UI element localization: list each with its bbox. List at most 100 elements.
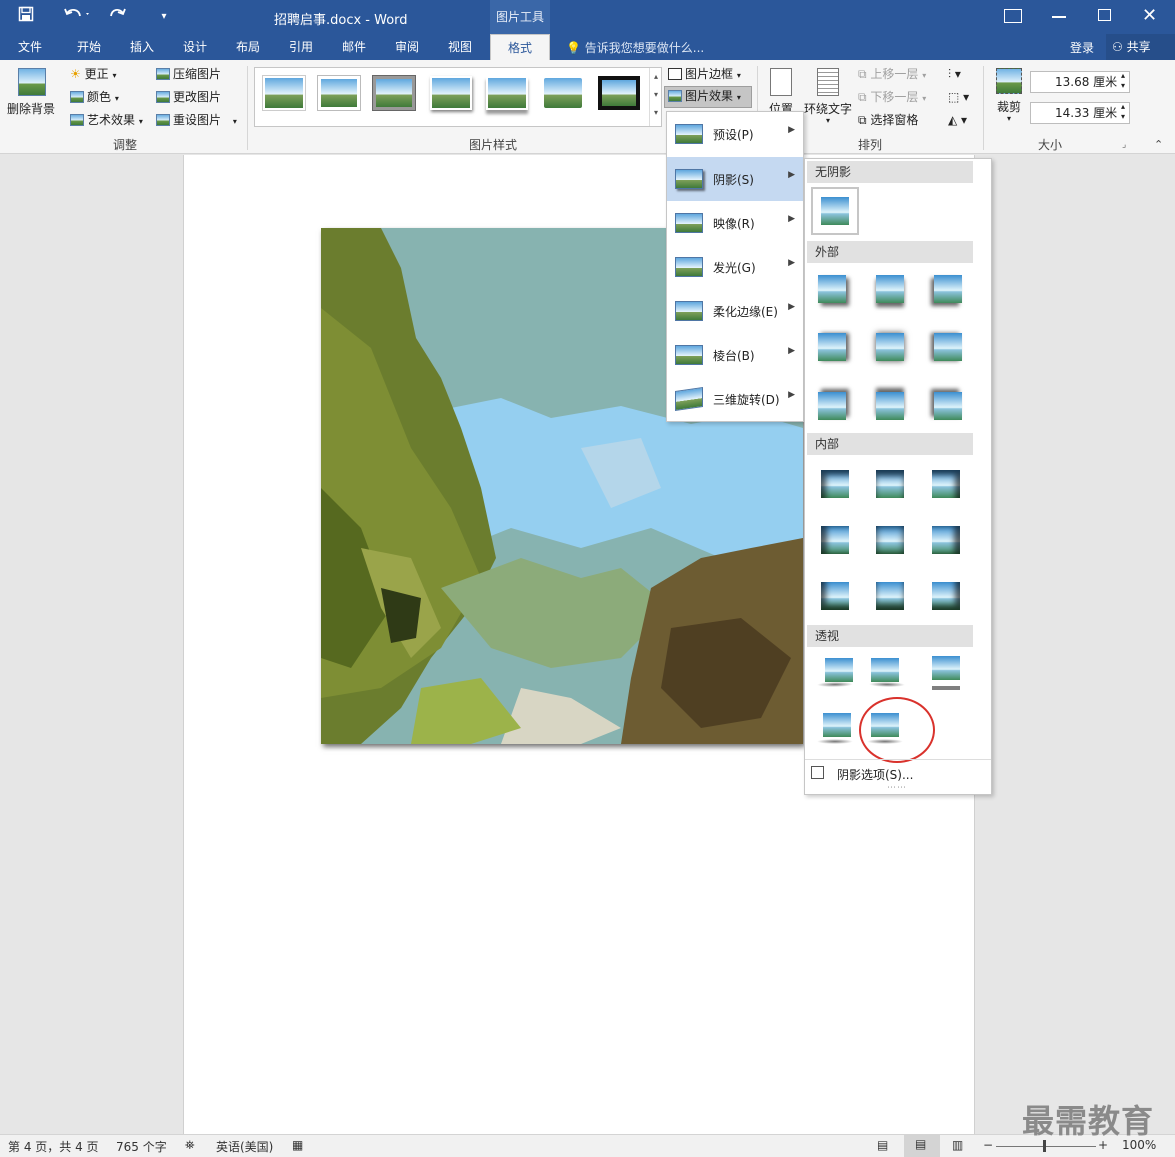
shadow-inner-option[interactable] [876,526,904,554]
artistic-effects-button[interactable]: 艺术效果 ▾ [70,111,143,131]
style-thumb[interactable] [373,76,415,110]
align-icon[interactable]: ⫶ ▾ [948,65,961,83]
reset-picture-button[interactable]: 重设图片 ▾ [156,111,237,131]
tab-view[interactable]: 视图 [436,34,484,60]
height-input[interactable]: 13.68 厘米 ▴ ▾ [1030,71,1130,93]
shadow-perspective-option[interactable] [825,658,853,682]
undo-icon[interactable] [60,5,94,29]
tab-file[interactable]: 文件 [6,34,54,60]
print-layout-icon[interactable]: ▤ [904,1135,940,1157]
close-icon[interactable]: ✕ [1142,5,1157,26]
height-value: 13.68 厘米 [1055,75,1118,89]
shadow-outer-option[interactable] [934,275,962,303]
shadow-inner-option[interactable] [932,470,960,498]
spinner-icon[interactable]: ▴ ▾ [1121,71,1125,91]
zoom-out-icon[interactable]: − [983,1138,993,1152]
menu-item-glow[interactable]: 发光(G) ▶ [667,245,803,289]
corrections-button[interactable]: ☀ 更正 ▾ [70,65,116,85]
shadow-inner-option[interactable] [821,470,849,498]
menu-item-3d-rotation[interactable]: 三维旋转(D) ▶ [667,377,803,421]
style-thumb[interactable] [486,76,528,110]
save-icon[interactable] [14,5,38,29]
tab-format[interactable]: 格式 [490,34,550,60]
tell-me-box[interactable]: 💡 告诉我您想要做什么... [566,39,704,56]
tab-references[interactable]: 引用 [277,34,325,60]
style-thumb[interactable] [597,75,641,111]
ribbon-display-options-icon[interactable] [1004,9,1022,23]
resize-grip-icon[interactable]: ⋯⋯ [887,783,907,793]
menu-item-bevel[interactable]: 棱台(B) ▶ [667,333,803,377]
shadow-inner-option[interactable] [821,526,849,554]
change-picture-button[interactable]: 更改图片 [156,88,221,106]
chevron-right-icon: ▶ [788,390,795,400]
menu-item-soft-edges[interactable]: 柔化边缘(E) ▶ [667,289,803,333]
menu-item-preset[interactable]: 预设(P) ▶ [667,112,803,156]
maximize-icon[interactable] [1098,9,1111,21]
send-backward-button[interactable]: ⧉ 下移一层 ▾ [858,88,926,108]
tab-design[interactable]: 设计 [171,34,219,60]
proofing-icon[interactable]: ⛯ [185,1138,195,1153]
style-thumb[interactable] [263,76,305,110]
shadow-inner-option[interactable] [876,470,904,498]
page-indicator[interactable]: 第 4 页，共 4 页 [8,1138,99,1155]
shadow-outer-option[interactable] [876,333,904,361]
tab-review[interactable]: 审阅 [383,34,431,60]
shadow-inner-option[interactable] [932,582,960,610]
shadow-perspective-option[interactable] [823,713,851,737]
language-indicator[interactable]: 英语(美国) [216,1138,273,1155]
crop-button[interactable]: 裁剪 ▾ [990,66,1028,134]
style-thumb[interactable] [542,76,584,110]
read-mode-icon[interactable]: ▤ [877,1138,888,1152]
wrap-text-button[interactable]: 环绕文字 ▾ [803,66,853,134]
word-count[interactable]: 765 个字 [116,1138,167,1155]
shadow-perspective-option[interactable] [932,656,960,680]
style-thumb[interactable] [430,76,472,110]
color-button[interactable]: 颜色 ▾ [70,88,119,108]
shadow-inner-option[interactable] [932,526,960,554]
shadow-outer-option[interactable] [818,333,846,361]
shadow-outer-option[interactable] [876,275,904,303]
menu-item-shadow[interactable]: 阴影(S) ▶ [667,157,803,201]
bring-forward-button[interactable]: ⧉ 上移一层 ▾ [858,65,926,85]
selection-pane-button[interactable]: ⧉ 选择窗格 [858,111,918,129]
tab-home[interactable]: 开始 [64,34,114,60]
picture-border-button[interactable]: 图片边框 ▾ [668,65,741,85]
shadow-outer-option[interactable] [934,333,962,361]
shadow-options-checkbox[interactable] [811,766,824,779]
chevron-right-icon: ▶ [788,170,795,180]
width-value: 14.33 厘米 [1055,106,1118,120]
shadow-outer-option[interactable] [876,392,904,420]
group-icon[interactable]: ⬚ ▾ [948,88,969,106]
shadow-options-link[interactable]: 阴影选项(S)... [837,766,913,783]
tab-mailings[interactable]: 邮件 [330,34,378,60]
lightbulb-icon: 💡 [566,41,581,55]
redo-icon[interactable] [106,5,130,29]
minimize-icon[interactable] [1052,16,1066,18]
tab-layout[interactable]: 布局 [224,34,272,60]
collapse-ribbon-icon[interactable]: ⌃ [1154,138,1163,151]
shadow-outer-option[interactable] [818,392,846,420]
window-title: 招聘启事.docx - Word [274,13,408,28]
macro-icon[interactable]: ▦ [292,1138,303,1152]
menu-item-reflection[interactable]: 映像(R) ▶ [667,201,803,245]
sign-in-link[interactable]: 登录 [1070,39,1094,56]
shadow-perspective-option[interactable] [871,658,899,682]
share-button[interactable]: ⚇ 共享 [1106,34,1175,60]
zoom-slider[interactable] [996,1146,1096,1147]
shadow-outer-option[interactable] [934,392,962,420]
size-dialog-launcher-icon[interactable]: ⌟ [1122,140,1126,150]
spinner-icon[interactable]: ▴ ▾ [1121,102,1125,122]
tab-insert[interactable]: 插入 [118,34,166,60]
remove-background-button[interactable]: 删除背景 [6,66,58,122]
width-input[interactable]: 14.33 厘米 ▴ ▾ [1030,102,1130,124]
customize-qat-icon[interactable]: ▾ [152,5,176,29]
shadow-inner-option[interactable] [821,582,849,610]
gallery-scroll[interactable]: ▴ ▾ ▾ [649,68,662,126]
picture-effects-button[interactable]: 图片效果 ▾ [664,86,752,108]
shadow-inner-option[interactable] [876,582,904,610]
compress-pictures-button[interactable]: 压缩图片 [156,65,221,83]
rotate-icon[interactable]: ◭ ▾ [948,111,967,129]
shadow-outer-option[interactable] [818,275,846,303]
style-thumb[interactable] [318,76,360,110]
web-layout-icon[interactable]: ▥ [952,1138,963,1152]
